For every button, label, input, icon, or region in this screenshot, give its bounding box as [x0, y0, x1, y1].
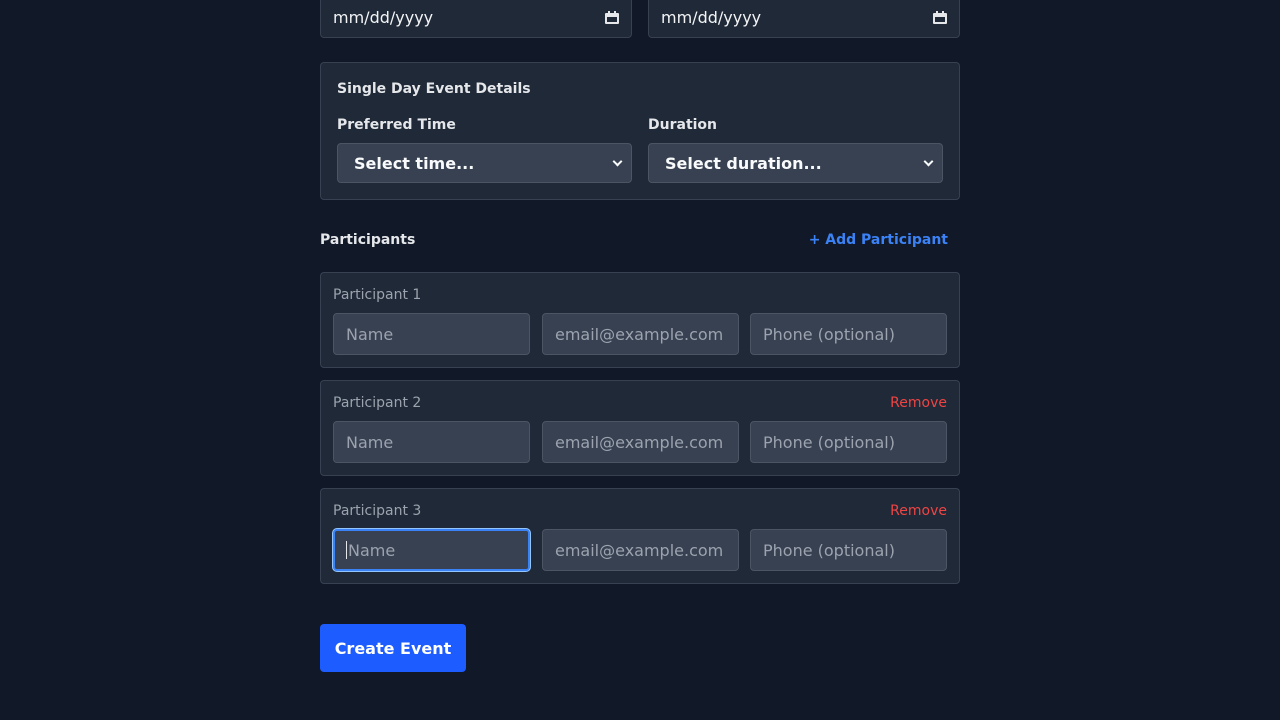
- participant-label: Participant 2: [333, 395, 422, 411]
- duration-select[interactable]: Select duration...: [648, 143, 943, 183]
- preferred-time-value: Select time...: [354, 153, 475, 173]
- phone-placeholder: Phone (optional): [763, 432, 895, 452]
- participant-name-input[interactable]: Name: [333, 529, 530, 571]
- participant-card: Participant 1 Name email@example.com Pho…: [320, 272, 960, 368]
- end-date-placeholder: mm/dd/yyyy: [661, 7, 762, 27]
- participant-phone-input[interactable]: Phone (optional): [750, 529, 947, 571]
- name-placeholder: Name: [346, 432, 394, 452]
- duration-label: Duration: [648, 117, 718, 133]
- text-caret: [346, 541, 347, 559]
- calendar-icon[interactable]: [933, 10, 947, 24]
- remove-participant-button[interactable]: Remove: [890, 503, 947, 519]
- participants-title: Participants: [320, 232, 416, 248]
- end-date-input[interactable]: mm/dd/yyyy: [648, 0, 960, 38]
- email-placeholder: email@example.com: [555, 540, 724, 560]
- duration-value: Select duration...: [665, 153, 822, 173]
- participant-label: Participant 1: [333, 287, 422, 303]
- single-day-details-panel: Single Day Event Details Preferred Time …: [320, 62, 960, 200]
- email-placeholder: email@example.com: [555, 432, 724, 452]
- participant-phone-input[interactable]: Phone (optional): [750, 421, 947, 463]
- event-form-page: mm/dd/yyyy mm/dd/yyyy Single Day Event D…: [0, 0, 1280, 720]
- participant-email-input[interactable]: email@example.com: [542, 313, 739, 355]
- date-range-row: mm/dd/yyyy mm/dd/yyyy: [320, 0, 960, 38]
- panel-title: Single Day Event Details: [337, 81, 531, 97]
- participant-email-input[interactable]: email@example.com: [542, 529, 739, 571]
- email-placeholder: email@example.com: [555, 324, 724, 344]
- participant-name-input[interactable]: Name: [333, 313, 530, 355]
- name-placeholder: Name: [346, 324, 394, 344]
- phone-placeholder: Phone (optional): [763, 324, 895, 344]
- participant-name-input[interactable]: Name: [333, 421, 530, 463]
- chevron-down-icon: [612, 156, 623, 166]
- start-date-input[interactable]: mm/dd/yyyy: [320, 0, 632, 38]
- preferred-time-label: Preferred Time: [337, 117, 456, 133]
- calendar-icon[interactable]: [605, 10, 619, 24]
- preferred-time-select[interactable]: Select time...: [337, 143, 632, 183]
- start-date-placeholder: mm/dd/yyyy: [333, 7, 434, 27]
- participant-phone-input[interactable]: Phone (optional): [750, 313, 947, 355]
- participant-card: Participant 2 Remove Name email@example.…: [320, 380, 960, 476]
- chevron-down-icon: [923, 156, 934, 166]
- participants-header: Participants + Add Participant: [320, 232, 960, 250]
- participant-card: Participant 3 Remove Name email@example.…: [320, 488, 960, 584]
- name-placeholder: Name: [348, 540, 396, 560]
- create-event-button[interactable]: Create Event: [320, 624, 466, 672]
- remove-participant-button[interactable]: Remove: [890, 395, 947, 411]
- participant-email-input[interactable]: email@example.com: [542, 421, 739, 463]
- phone-placeholder: Phone (optional): [763, 540, 895, 560]
- add-participant-button[interactable]: + Add Participant: [809, 232, 948, 248]
- participant-label: Participant 3: [333, 503, 422, 519]
